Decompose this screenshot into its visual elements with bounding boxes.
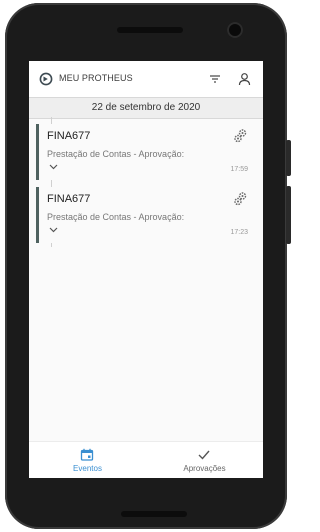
gears-icon xyxy=(234,129,247,143)
protheus-logo-icon xyxy=(39,72,53,86)
event-card[interactable]: FINA677 Prestação de Contas - Aprovação:… xyxy=(36,187,249,243)
event-title: FINA677 xyxy=(47,130,91,142)
event-time: 17:59 xyxy=(230,166,248,173)
nav-label-events: Eventos xyxy=(73,464,102,473)
event-card[interactable]: FINA677 Prestação de Contas - Aprovação:… xyxy=(36,124,249,180)
event-time: 17:23 xyxy=(230,229,248,236)
nav-tab-approvals[interactable]: Aprovações xyxy=(146,442,263,478)
filter-icon[interactable] xyxy=(209,73,221,85)
checkmark-icon xyxy=(198,450,210,460)
event-card-accent-bar xyxy=(36,187,39,243)
front-camera xyxy=(227,22,243,38)
nav-tab-events[interactable]: Eventos xyxy=(29,442,146,478)
chevron-down-icon[interactable] xyxy=(49,164,58,170)
bottom-navigation: Eventos Aprovações xyxy=(29,441,263,478)
app-screen: MEU PROTHEUS 22 de setembro de 2020 FINA… xyxy=(29,61,263,478)
event-description: Prestação de Contas - Aprovação: xyxy=(47,212,185,222)
date-header: 22 de setembro de 2020 xyxy=(29,97,263,119)
volume-button xyxy=(286,140,291,176)
event-card-accent-bar xyxy=(36,124,39,180)
nav-label-approvals: Aprovações xyxy=(183,464,226,473)
app-header: MEU PROTHEUS xyxy=(29,61,263,97)
bottom-speaker xyxy=(121,511,187,517)
chevron-down-icon[interactable] xyxy=(49,227,58,233)
event-title: FINA677 xyxy=(47,193,91,205)
gears-icon xyxy=(234,192,247,206)
user-icon[interactable] xyxy=(238,72,251,86)
app-title: MEU PROTHEUS xyxy=(59,73,133,83)
calendar-icon xyxy=(80,448,94,461)
earpiece-speaker xyxy=(117,27,183,33)
event-description: Prestação de Contas - Aprovação: xyxy=(47,149,185,159)
power-button xyxy=(286,186,291,244)
